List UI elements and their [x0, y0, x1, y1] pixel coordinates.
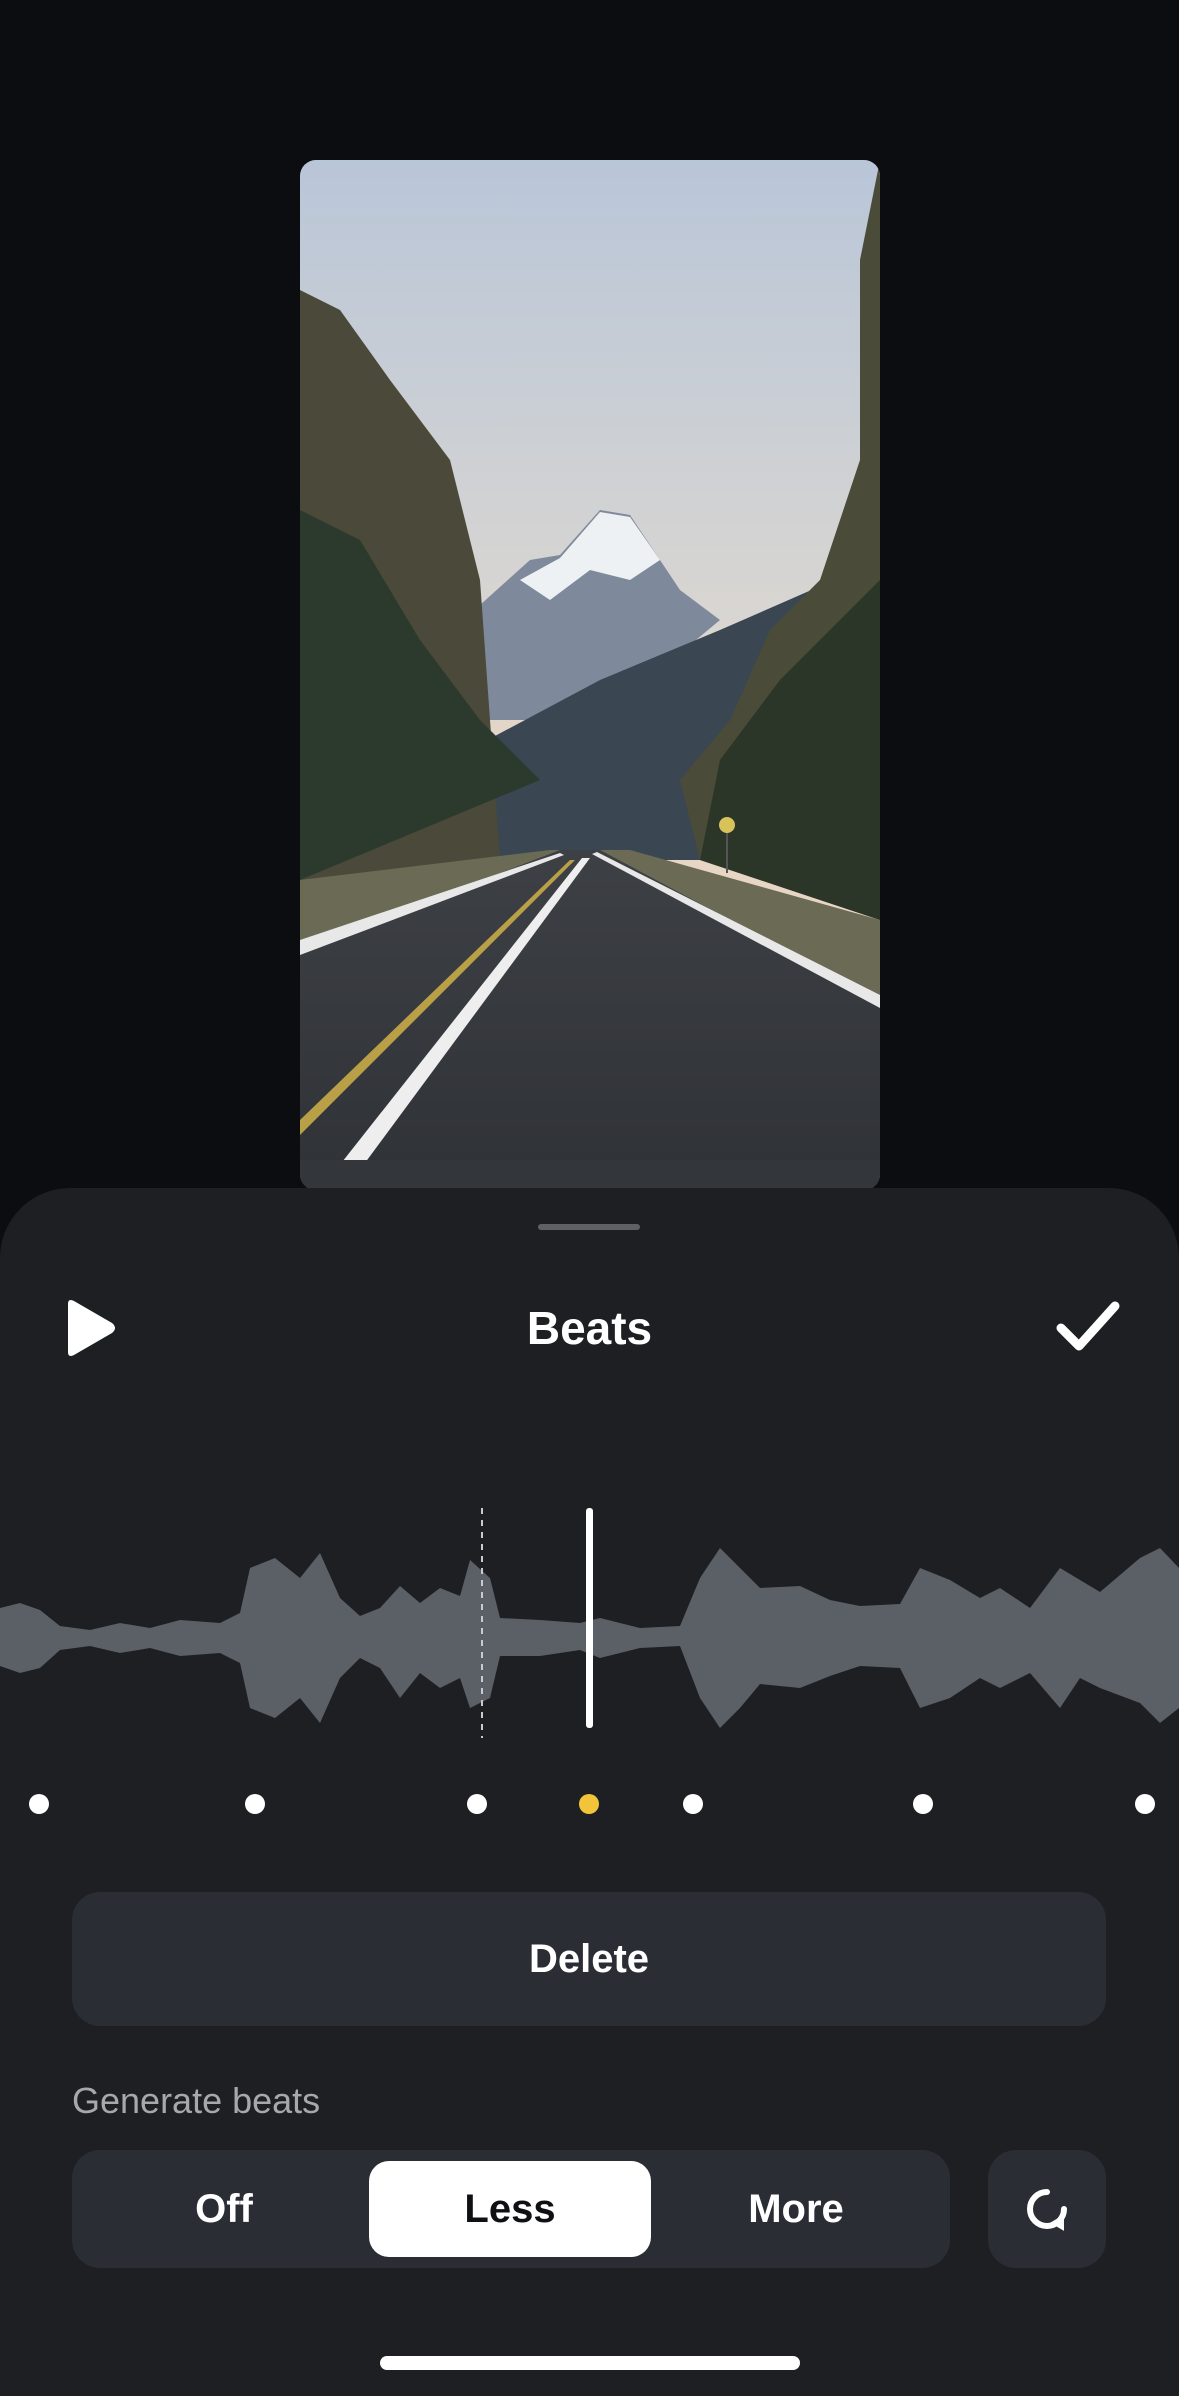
- segment-option-more[interactable]: More: [655, 2161, 937, 2257]
- video-frame-image: [300, 160, 880, 1190]
- beat-marker[interactable]: [683, 1794, 703, 1814]
- beat-marker-selected[interactable]: [579, 1794, 599, 1814]
- beat-marker[interactable]: [1135, 1794, 1155, 1814]
- home-indicator[interactable]: [380, 2356, 800, 2370]
- beat-marker[interactable]: [29, 1794, 49, 1814]
- audio-waveform[interactable]: [0, 1508, 1179, 1768]
- beat-marker[interactable]: [467, 1794, 487, 1814]
- beats-sheet: Beats Delete Generate beats Off Less Mor…: [0, 1188, 1179, 2396]
- delete-button[interactable]: Delete: [72, 1892, 1106, 2026]
- refresh-button[interactable]: [988, 2150, 1106, 2268]
- beat-marker[interactable]: [245, 1794, 265, 1814]
- video-preview[interactable]: [300, 160, 880, 1190]
- beat-markers: [0, 1784, 1179, 1824]
- segment-option-less[interactable]: Less: [369, 2161, 651, 2257]
- playhead: [586, 1508, 593, 1728]
- refresh-icon: [1027, 2189, 1067, 2231]
- sheet-grabber[interactable]: [538, 1224, 640, 1230]
- page-title: Beats: [526, 1302, 653, 1354]
- beat-marker[interactable]: [913, 1794, 933, 1814]
- segment-option-off[interactable]: Off: [83, 2161, 365, 2257]
- checkmark-icon[interactable]: [1055, 1296, 1121, 1356]
- generate-beats-label: Generate beats: [72, 2080, 321, 2121]
- generate-beats-segmented-control: Off Less More: [72, 2150, 950, 2268]
